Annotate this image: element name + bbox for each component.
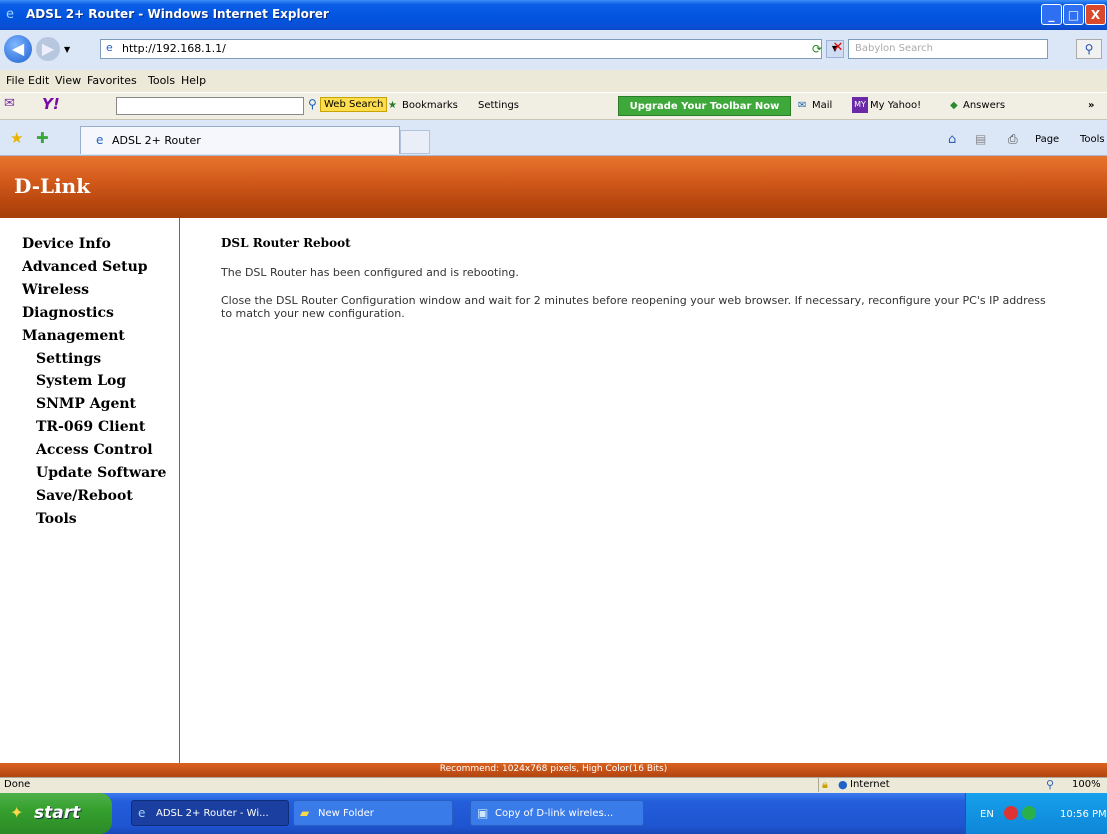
sidebar-item-wireless[interactable]: Wireless — [22, 282, 89, 298]
zoom-icon[interactable]: ⚲ — [1046, 778, 1054, 791]
minimize-button[interactable]: _ — [1041, 4, 1062, 25]
more-chevron-icon[interactable]: » — [1088, 100, 1094, 111]
network-tray-icon[interactable] — [1022, 806, 1036, 820]
yahoo-logo-icon[interactable]: Y! — [42, 95, 60, 113]
history-dropdown-icon[interactable]: ▼ — [64, 45, 70, 54]
reboot-instructions: Close the DSL Router Configuration windo… — [221, 294, 1046, 320]
sidebar-item-update-software[interactable]: Update Software — [36, 465, 166, 481]
mail-button[interactable]: Mail — [812, 100, 832, 111]
menu-favorites[interactable]: Favorites — [87, 74, 137, 87]
sidebar-item-management[interactable]: Management — [22, 328, 125, 344]
my-yahoo-icon: MY — [852, 97, 868, 113]
close-button[interactable]: X — [1085, 4, 1106, 25]
sidebar-item-settings[interactable]: Settings — [36, 351, 101, 367]
bookmarks-icon: ★ — [388, 100, 397, 111]
sidebar-item-device-info[interactable]: Device Info — [22, 236, 111, 252]
image-icon: ▣ — [477, 806, 489, 820]
footer-text: Recommend: 1024x768 pixels, High Color(1… — [439, 764, 668, 774]
language-indicator[interactable]: EN — [980, 809, 994, 820]
page-title: DSL Router Reboot — [221, 236, 351, 250]
tab-page-icon: e — [96, 133, 104, 147]
security-tray-icon[interactable] — [1004, 806, 1018, 820]
refresh-icon[interactable]: ⟳ — [808, 40, 826, 58]
menu-view[interactable]: View — [55, 74, 81, 87]
answers-icon: ◆ — [950, 100, 958, 111]
bookmarks-button[interactable]: Bookmarks — [402, 100, 458, 111]
forward-button[interactable]: ▶ — [36, 37, 60, 61]
start-label[interactable]: start — [34, 803, 80, 823]
page-icon: e — [106, 41, 113, 54]
search-input[interactable]: Babylon Search — [848, 39, 1048, 59]
status-text: Done — [4, 779, 31, 790]
sidebar-item-snmp-agent[interactable]: SNMP Agent — [36, 396, 136, 412]
sidebar-item-tools[interactable]: Tools — [36, 511, 77, 527]
feeds-icon[interactable]: ▤ — [975, 132, 986, 146]
menu-edit[interactable]: Edit — [28, 74, 49, 87]
globe-icon: ● — [838, 778, 848, 791]
window-title: ADSL 2+ Router - Windows Internet Explor… — [26, 7, 329, 21]
reboot-message: The DSL Router has been configured and i… — [221, 266, 519, 279]
sidebar-item-system-log[interactable]: System Log — [36, 373, 126, 389]
zoom-level[interactable]: 100% — [1072, 779, 1101, 790]
favorites-star-icon[interactable]: ★ — [10, 129, 23, 147]
mail-icon: ✉ — [798, 100, 807, 111]
sidebar-item-advanced-setup[interactable]: Advanced Setup — [22, 259, 148, 275]
sidebar-item-save-reboot[interactable]: Save/Reboot — [36, 488, 133, 504]
answers-button[interactable]: Answers — [963, 100, 1005, 111]
add-favorite-icon[interactable]: ✚ — [36, 129, 49, 147]
folder-icon: ▰ — [300, 806, 310, 820]
sidebar-divider — [179, 218, 180, 763]
address-url[interactable]: http://192.168.1.1/ — [122, 42, 226, 55]
new-tab-button[interactable] — [400, 130, 430, 154]
sidebar-item-diagnostics[interactable]: Diagnostics — [22, 305, 114, 321]
magnifier-icon[interactable]: ⚲ — [308, 97, 317, 111]
sidebar-item-tr-069-client[interactable]: TR-069 Client — [36, 419, 145, 435]
page-menu-button[interactable]: Page — [1035, 134, 1059, 145]
tools-menu-button[interactable]: Tools — [1080, 134, 1105, 145]
ie-icon: e — [6, 7, 14, 22]
menu-help[interactable]: Help — [181, 74, 206, 87]
stop-icon[interactable]: ✕ — [830, 39, 846, 57]
back-button[interactable]: ◀ — [4, 35, 32, 63]
yahoo-search-input[interactable] — [116, 97, 304, 115]
yahoo-mail-icon[interactable]: ✉ — [4, 96, 26, 116]
sidebar-item-access-control[interactable]: Access Control — [36, 442, 153, 458]
lock-icon: 🔒︎ — [822, 778, 828, 791]
tab-label[interactable]: ADSL 2+ Router — [112, 134, 201, 147]
upgrade-toolbar-button[interactable]: Upgrade Your Toolbar Now — [618, 96, 791, 116]
menu-tools[interactable]: Tools — [148, 74, 175, 87]
taskbar-item-folder[interactable]: New Folder — [293, 800, 453, 826]
my-yahoo-button[interactable]: My Yahoo! — [870, 100, 921, 111]
taskbar-item-image[interactable]: Copy of D-link wireles... — [470, 800, 644, 826]
clock[interactable]: 10:56 PM — [1060, 809, 1107, 820]
header-banner — [0, 156, 1107, 218]
windows-flag-icon: ✦ — [10, 803, 24, 822]
maximize-button[interactable]: □ — [1063, 4, 1084, 25]
web-search-button[interactable]: Web Search — [320, 97, 388, 112]
zone-label: Internet — [850, 779, 890, 790]
ie-task-icon: e — [138, 806, 146, 820]
search-icon[interactable]: ⚲ — [1076, 39, 1102, 59]
home-icon[interactable]: ⌂ — [948, 132, 956, 147]
settings-button[interactable]: Settings — [478, 100, 519, 111]
dlink-logo: D-Link — [14, 174, 91, 198]
menu-file[interactable]: File — [6, 74, 24, 87]
print-icon[interactable]: ⎙ — [1008, 132, 1018, 147]
taskbar-item-ie[interactable]: ADSL 2+ Router - Wi... — [131, 800, 289, 826]
